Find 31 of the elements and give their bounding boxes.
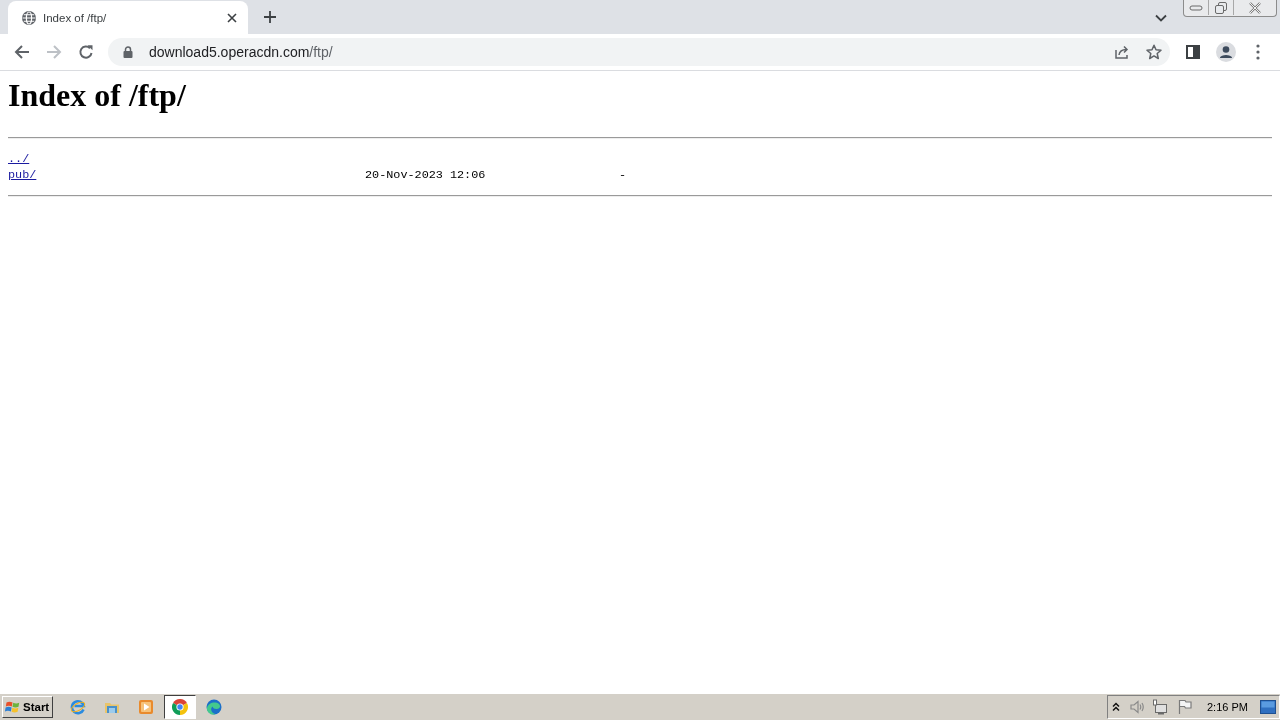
star-icon[interactable] [1146,44,1162,60]
taskbar-app-button[interactable] [164,694,197,719]
directory-link[interactable]: ../ [8,152,30,166]
modified-date: 20-Nov-2023 12:06 [365,168,486,182]
clock-time[interactable]: 2:16 PM [1207,700,1248,713]
directory-link[interactable]: pub/ [8,168,37,182]
back-arrow-icon[interactable] [14,44,30,60]
reload-icon[interactable] [78,44,94,60]
double-chevron-up-icon[interactable] [1112,701,1120,712]
share-icon[interactable] [1114,44,1130,60]
chevron-down-icon[interactable] [1155,14,1167,22]
plus-icon[interactable] [264,11,276,23]
page-heading: Index of /ftp/ [8,77,187,114]
profile-avatar-icon[interactable] [1216,42,1236,62]
play-icon [138,698,155,715]
start-button[interactable]: Start [2,695,54,718]
address-bar[interactable]: download5.operacdn.com/ftp/ [108,38,1170,66]
e-logo-icon [70,698,87,715]
network-icon[interactable] [1152,698,1168,715]
browser-tab[interactable]: Index of /ftp/ [8,1,248,34]
menu-icon[interactable] [1256,44,1260,60]
flag-icon[interactable] [1178,698,1192,715]
show-desktop-icon[interactable] [1260,699,1276,714]
wave-logo-icon [206,698,223,715]
close-icon[interactable] [227,12,237,23]
side-panel-icon[interactable] [1186,45,1200,59]
lock-icon [123,46,133,58]
globe-icon [21,9,37,26]
minimize-icon [1189,4,1203,11]
file-size: - [618,168,626,182]
circle-logo-icon [172,698,189,715]
